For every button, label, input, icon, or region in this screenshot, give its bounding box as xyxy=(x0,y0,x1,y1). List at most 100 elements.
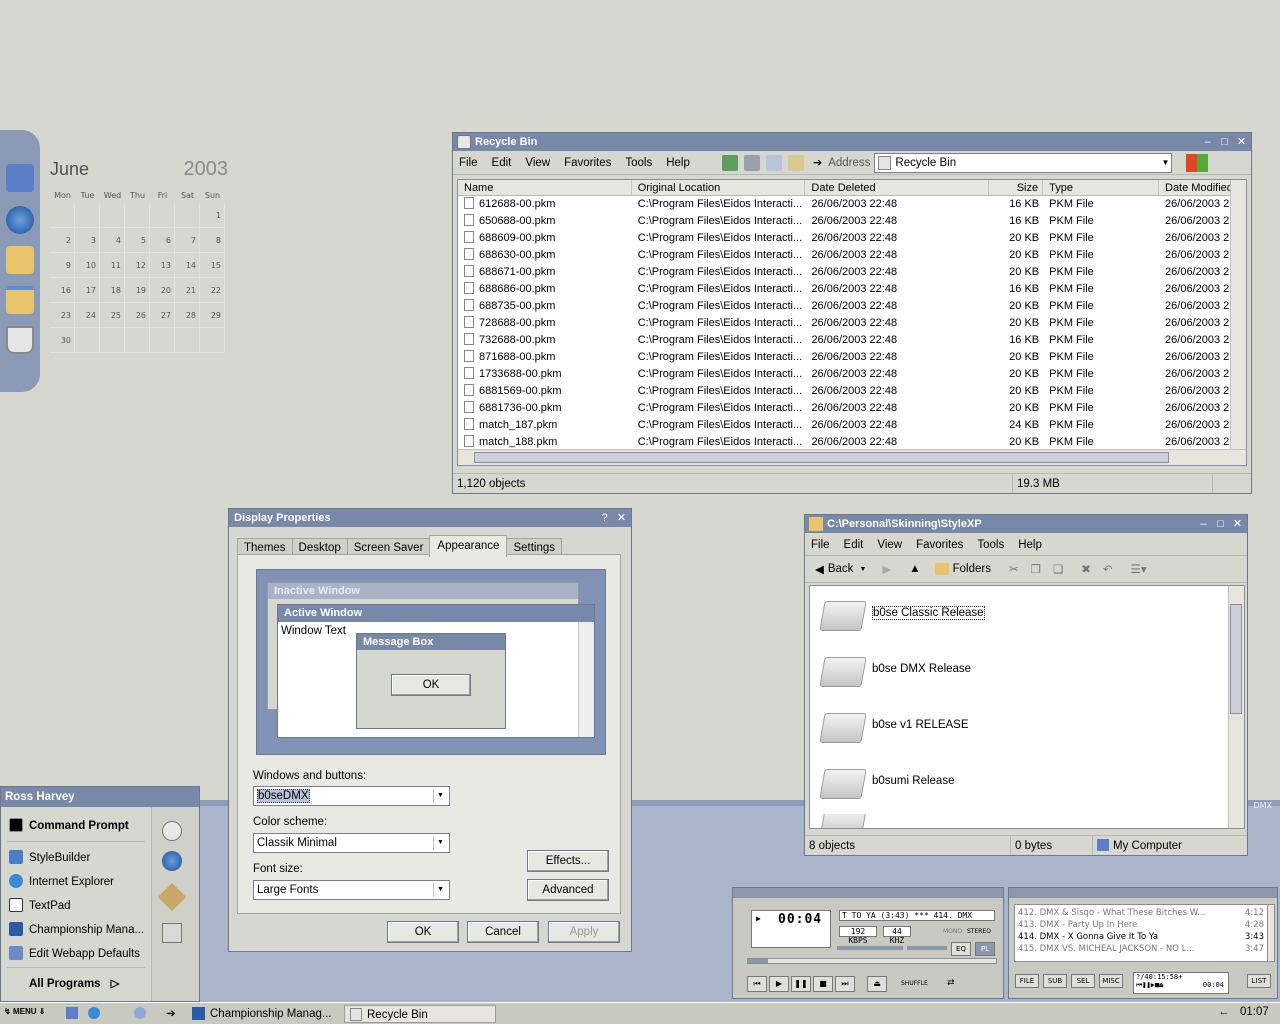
seek-thumb[interactable] xyxy=(748,959,768,963)
sub-button[interactable]: SUB xyxy=(1043,974,1067,988)
table-row[interactable]: 6881569-00.pkm C:\Program Files\Eidos Int… xyxy=(458,383,1246,400)
command-prompt-item[interactable]: Command Prompt xyxy=(9,815,129,837)
tab-appearance[interactable]: Appearance xyxy=(429,535,508,557)
maximize-button[interactable]: □ xyxy=(1219,133,1230,151)
balance-slider[interactable] xyxy=(907,946,947,950)
globe-icon[interactable] xyxy=(6,206,34,234)
menu-favorites[interactable]: Favorites xyxy=(916,539,963,551)
tray-arrow-icon[interactable]: ← xyxy=(1218,1006,1230,1018)
pause-button[interactable]: ❚❚ xyxy=(791,976,811,992)
close-button[interactable]: ✕ xyxy=(1232,515,1243,533)
next-button[interactable]: ⏭ xyxy=(835,976,855,992)
playlist-button[interactable]: PL xyxy=(975,942,995,956)
playlist-item[interactable]: 412. DMX & Sisqo - What These Bitches W.… xyxy=(1018,907,1264,919)
misc-button[interactable]: MISC xyxy=(1099,974,1123,988)
views-icon[interactable]: ☰▾ xyxy=(1131,562,1147,576)
play-button[interactable]: ▶ xyxy=(769,976,789,992)
apply-button[interactable]: Apply xyxy=(548,921,620,943)
seek-bar[interactable] xyxy=(747,958,997,964)
advanced-button[interactable]: Advanced xyxy=(527,879,609,901)
tools-icon[interactable] xyxy=(157,882,187,912)
close-button[interactable]: ✕ xyxy=(1236,133,1247,151)
menu-tools[interactable]: Tools xyxy=(625,157,652,169)
ok-button[interactable]: OK xyxy=(387,921,459,943)
stylebuilder-item[interactable]: StyleBuilder xyxy=(9,847,90,869)
cancel-button[interactable]: Cancel xyxy=(467,921,539,943)
go-arrow-icon[interactable]: ➔ xyxy=(813,156,822,169)
table-row[interactable]: 650688-00.pkm C:\Program Files\Eidos Inte… xyxy=(458,213,1246,230)
table-row[interactable]: 688630-00.pkm C:\Program Files\Eidos Inte… xyxy=(458,247,1246,264)
cut-icon[interactable]: ✂ xyxy=(1009,562,1019,576)
previous-button[interactable]: ⏮ xyxy=(747,976,767,992)
folder-list-item[interactable]: b0se v1 RELEASE xyxy=(820,702,969,748)
recycle-bin-icon[interactable] xyxy=(6,326,34,354)
recycle-bin-titlebar[interactable]: Recycle Bin – □ ✕ xyxy=(453,133,1251,151)
table-row[interactable]: 688671-00.pkm C:\Program Files\Eidos Inte… xyxy=(458,264,1246,281)
volume-slider[interactable] xyxy=(837,946,903,950)
table-row[interactable]: 871688-00.pkm C:\Program Files\Eidos Inte… xyxy=(458,349,1246,366)
quicklaunch-desktop-icon[interactable] xyxy=(66,1007,78,1019)
windows-buttons-select[interactable]: b0seDMX ▼ xyxy=(253,786,450,806)
copy-icon[interactable] xyxy=(766,154,782,171)
edit-webapp-defaults-item[interactable]: Edit Webapp Defaults xyxy=(9,943,140,965)
mini-transport-icon[interactable]: ⏮❚❚▶■⏏ xyxy=(1136,981,1163,990)
vertical-scrollbar[interactable] xyxy=(1230,180,1246,450)
menu-edit[interactable]: Edit xyxy=(492,157,512,169)
championship-manager-item[interactable]: Championship Mana... xyxy=(9,919,144,941)
table-row[interactable]: 732688-00.pkm C:\Program Files\Eidos Inte… xyxy=(458,332,1246,349)
table-row[interactable]: 1733688-00.pkm C:\Program Files\Eidos Int… xyxy=(458,366,1246,383)
quicklaunch-network-icon[interactable] xyxy=(134,1007,146,1019)
menu-help[interactable]: Help xyxy=(1018,539,1042,551)
menu-tools[interactable]: Tools xyxy=(977,539,1004,551)
folder-icon[interactable] xyxy=(6,246,34,274)
playlist-item[interactable]: 415. DMX VS. MICHEAL JACKSON - NO L... 3:… xyxy=(1018,943,1264,955)
table-row[interactable]: 6881736-00.pkm C:\Program Files\Eidos Int… xyxy=(458,400,1246,417)
delete-icon[interactable]: ✖ xyxy=(1081,562,1091,576)
vertical-scrollbar[interactable] xyxy=(1228,586,1244,828)
minimize-button[interactable]: – xyxy=(1202,133,1213,151)
folder-list-item[interactable] xyxy=(820,814,872,828)
menu-favorites[interactable]: Favorites xyxy=(564,157,611,169)
playlist-item[interactable]: 413. DMX - Party Up In Here 4:28 xyxy=(1018,919,1264,931)
shuffle-button[interactable]: SHUFFLE xyxy=(901,980,928,987)
menu-help[interactable]: Help xyxy=(666,157,690,169)
table-row[interactable]: 612688-00.pkm C:\Program Files\Eidos Inte… xyxy=(458,196,1246,213)
paste-icon[interactable] xyxy=(788,154,804,171)
maximize-button[interactable]: □ xyxy=(1215,515,1226,533)
effects-button[interactable]: Effects... xyxy=(527,850,609,872)
horizontal-scrollbar[interactable] xyxy=(458,449,1246,465)
column-header[interactable]: Size xyxy=(989,180,1044,195)
column-header[interactable]: Type xyxy=(1043,180,1159,195)
cut-icon[interactable] xyxy=(744,154,760,171)
globe-icon[interactable] xyxy=(162,851,182,871)
scroll-thumb[interactable] xyxy=(474,452,1169,463)
eq-button[interactable]: EQ xyxy=(951,942,971,956)
table-row[interactable]: 688735-00.pkm C:\Program Files\Eidos Inte… xyxy=(458,298,1246,315)
documents-icon[interactable] xyxy=(6,286,34,314)
quicklaunch-media-icon[interactable] xyxy=(110,1007,124,1019)
back-button[interactable]: Back xyxy=(828,563,854,575)
table-row[interactable]: 688686-00.pkm C:\Program Files\Eidos Inte… xyxy=(458,281,1246,298)
control-panel-icon[interactable] xyxy=(162,923,182,943)
folder-list-item[interactable]: b0se Classic Release xyxy=(820,590,985,636)
table-row[interactable]: 728688-00.pkm C:\Program Files\Eidos Inte… xyxy=(458,315,1246,332)
color-scheme-select[interactable]: Classik Minimal ▼ xyxy=(253,833,450,853)
table-row[interactable]: match_187.pkm C:\Program Files\Eidos Inte… xyxy=(458,417,1246,434)
clock-icon[interactable] xyxy=(162,821,182,841)
chevron-down-icon[interactable]: ▼ xyxy=(433,883,447,897)
repeat-icon[interactable]: ⇄ xyxy=(947,978,955,988)
forward-arrow-icon[interactable]: ▶ xyxy=(882,562,891,576)
sel-button[interactable]: SEL xyxy=(1071,974,1095,988)
menu-view[interactable]: View xyxy=(525,157,550,169)
column-header[interactable]: Date Deleted xyxy=(805,180,989,195)
copy-icon[interactable]: ❐ xyxy=(1031,562,1041,576)
font-size-select[interactable]: Large Fonts ▼ xyxy=(253,880,450,900)
column-header[interactable]: Original Location xyxy=(632,180,806,195)
eject-button[interactable]: ⏏ xyxy=(867,976,887,992)
scroll-thumb[interactable] xyxy=(1230,604,1242,714)
all-programs-item[interactable]: All Programs ▷ xyxy=(29,973,119,995)
player-titlebar[interactable] xyxy=(733,888,1003,898)
list-button[interactable]: LIST xyxy=(1247,974,1271,988)
paste-icon[interactable]: ❏ xyxy=(1053,562,1063,576)
textpad-item[interactable]: TextPad xyxy=(9,895,71,917)
